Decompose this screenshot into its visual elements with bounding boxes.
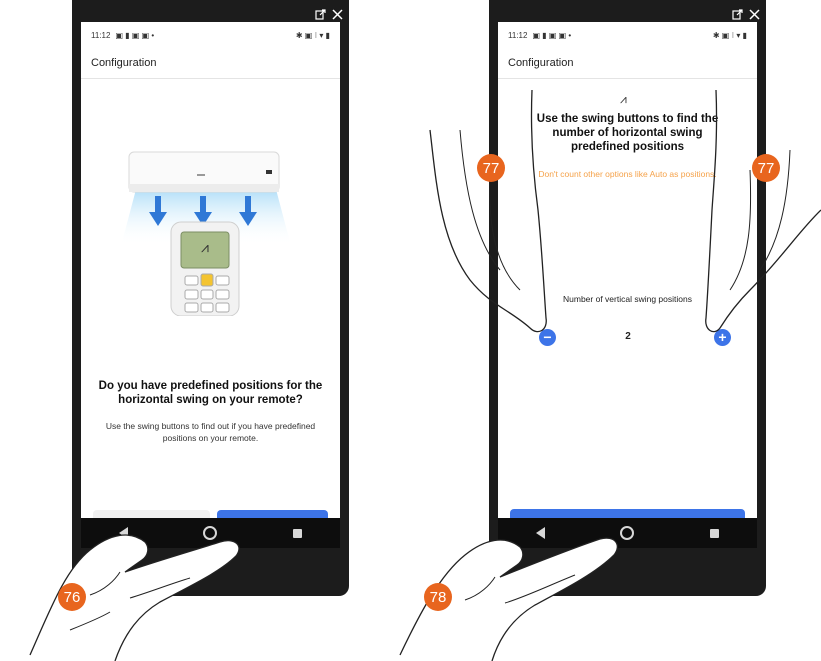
recent-apps-icon[interactable] — [710, 528, 720, 538]
question-heading: Do you have predefined positions for the… — [98, 380, 323, 406]
svg-text:⩘: ⩘ — [201, 239, 209, 255]
status-bar: 11:12 ▣ ▮ ▣ ▣ • ✱ ▣ ⁝ ▾ ▮ — [498, 22, 757, 48]
app-bar: Configuration — [81, 48, 340, 79]
recent-apps-icon[interactable] — [293, 528, 303, 538]
status-time: 11:12 — [91, 30, 111, 40]
close-icon[interactable] — [332, 8, 343, 20]
ac-remote-illustration: ⩘ — [121, 151, 291, 316]
position-count: 2 — [625, 331, 631, 342]
press-hand-minus — [429, 89, 547, 333]
notification-icons: ▣ ▮ ▣ ▣ • — [532, 30, 572, 40]
press-hand-plus — [705, 89, 821, 333]
step-callout-76: 76 — [58, 583, 86, 611]
window-controls — [732, 4, 760, 24]
app-bar: Configuration — [498, 48, 757, 79]
status-time: 11:12 — [508, 30, 528, 40]
status-bar: 11:12 ▣ ▮ ▣ ▣ • ✱ ▣ ⁝ ▾ ▮ — [81, 22, 340, 48]
close-icon[interactable] — [749, 8, 760, 20]
system-icons: ✱ ▣ ⁝ ▾ ▮ — [295, 30, 330, 40]
step-callout-77-plus: 77 — [752, 154, 780, 182]
phone-left: 11:12 ▣ ▮ ▣ ▣ • ✱ ▣ ⁝ ▾ ▮ Configuration — [72, 0, 349, 596]
external-link-icon[interactable] — [315, 8, 326, 20]
step-callout-78: 78 — [424, 583, 452, 611]
screen-left: 11:12 ▣ ▮ ▣ ▣ • ✱ ▣ ⁝ ▾ ▮ Configuration — [81, 22, 340, 548]
page-title: Configuration — [91, 57, 157, 69]
external-link-icon[interactable] — [732, 8, 743, 20]
swing-icon: ⩘ — [620, 92, 627, 106]
window-controls — [315, 4, 343, 24]
question-description: Use the swing buttons to find out if you… — [105, 421, 316, 443]
step-callout-77-minus: 77 — [477, 154, 505, 182]
system-icons: ✱ ▣ ⁝ ▾ ▮ — [712, 30, 747, 40]
notification-icons: ▣ ▮ ▣ ▣ • — [115, 30, 155, 40]
page-title: Configuration — [508, 57, 574, 69]
